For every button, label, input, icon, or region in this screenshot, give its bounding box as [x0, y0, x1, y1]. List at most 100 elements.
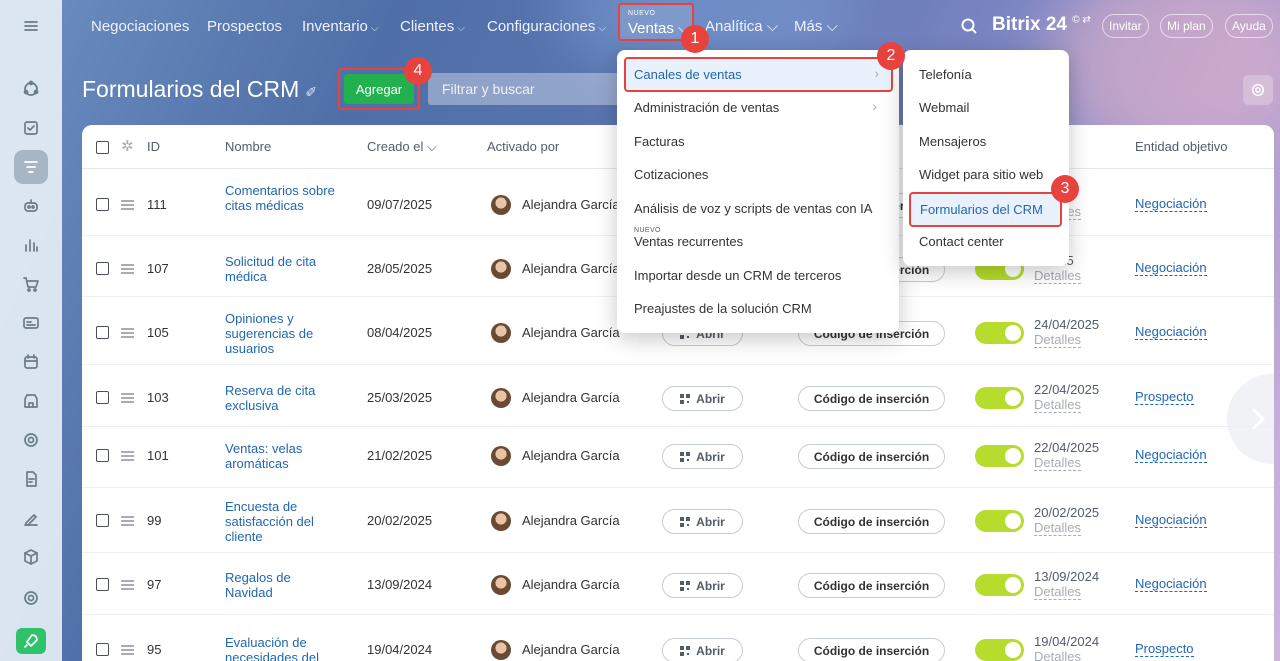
form-name-link[interactable]: Opiniones y sugerencias de usuarios	[225, 311, 335, 356]
drag-handle-icon[interactable]	[121, 264, 134, 274]
sign-icon[interactable]	[14, 501, 48, 535]
column-target-entity[interactable]: Entidad objetivo	[1135, 139, 1228, 154]
avatar[interactable]	[491, 195, 511, 215]
document-icon[interactable]	[14, 462, 48, 496]
settings-icon[interactable]	[1243, 75, 1273, 105]
target-entity[interactable]: Negociación	[1135, 576, 1207, 592]
menu-item-importar-crm[interactable]: Importar desde un CRM de terceros	[634, 268, 841, 283]
menu-item-preajustes-crm[interactable]: Preajustes de la solución CRM	[634, 301, 812, 316]
my-plan-button[interactable]: Mi plan	[1160, 14, 1213, 38]
form-name-link[interactable]: Encuesta de satisfacción del cliente	[225, 499, 335, 544]
menu-icon[interactable]	[14, 9, 48, 43]
menu-item-cotizaciones[interactable]: Cotizaciones	[634, 167, 708, 182]
tasks-icon[interactable]	[14, 111, 48, 145]
rocket-icon[interactable]	[16, 628, 46, 654]
details-link[interactable]: Detalles	[1034, 268, 1081, 284]
select-all-checkbox[interactable]	[96, 141, 109, 154]
activated-by-user[interactable]: Alejandra García	[522, 513, 620, 528]
open-form-button[interactable]: Abrir	[662, 386, 743, 411]
menu-item-analisis-de-voz[interactable]: Análisis de voz y scripts de ventas con …	[634, 201, 872, 216]
cart-icon[interactable]	[14, 267, 48, 301]
filter-search-input[interactable]	[428, 73, 623, 105]
target-entity[interactable]: Prospecto	[1135, 641, 1194, 657]
brand-logo[interactable]: Bitrix 24 © ⇄	[992, 14, 1091, 36]
menu-item-webmail[interactable]: Webmail	[919, 100, 969, 115]
menu-item-telefonia[interactable]: Telefonía	[919, 67, 972, 82]
activated-by-user[interactable]: Alejandra García	[522, 197, 620, 212]
details-link[interactable]: Detalles	[1034, 397, 1081, 413]
active-toggle[interactable]	[975, 510, 1024, 532]
embed-code-button[interactable]: Código de inserción	[798, 386, 945, 411]
menu-item-mensajeros[interactable]: Mensajeros	[919, 134, 986, 149]
open-form-button[interactable]: Abrir	[662, 509, 743, 534]
nav-prospectos[interactable]: Prospectos	[207, 18, 282, 35]
table-row[interactable]: 99 Encuesta de satisfacción del cliente …	[82, 488, 1274, 553]
row-checkbox[interactable]	[96, 391, 109, 404]
column-id[interactable]: ID	[147, 139, 160, 154]
form-name-link[interactable]: Regalos de Navidad	[225, 570, 335, 600]
drag-handle-icon[interactable]	[121, 516, 134, 526]
drag-handle-icon[interactable]	[121, 328, 134, 338]
column-created[interactable]: Creado el ⌵	[367, 139, 437, 155]
avatar[interactable]	[491, 388, 511, 408]
feed-icon[interactable]	[14, 72, 48, 106]
help-button[interactable]: Ayuda	[1225, 14, 1273, 38]
pin-icon[interactable]: ✐	[305, 84, 317, 100]
open-form-button[interactable]: Abrir	[662, 638, 743, 661]
row-checkbox[interactable]	[96, 262, 109, 275]
gear-icon[interactable]: ✲	[121, 137, 134, 155]
form-name-link[interactable]: Ventas: velas aromáticas	[225, 441, 335, 471]
column-activated-by[interactable]: Activado por	[487, 139, 559, 154]
nav-clientes[interactable]: Clientes ⌵	[400, 18, 465, 35]
menu-item-contact-center[interactable]: Contact center	[919, 234, 1004, 249]
nav-inventario[interactable]: Inventario ⌵	[302, 18, 378, 35]
nav-configuraciones[interactable]: Configuraciones ⌵	[487, 18, 606, 35]
drag-handle-icon[interactable]	[121, 393, 134, 403]
table-row[interactable]: 97 Regalos de Navidad 13/09/2024 Alejand…	[82, 553, 1274, 615]
target-entity[interactable]: Negociación	[1135, 260, 1207, 276]
active-toggle[interactable]	[975, 639, 1024, 661]
details-link[interactable]: Detalles	[1034, 649, 1081, 661]
embed-code-button[interactable]: Código de inserción	[798, 444, 945, 469]
embed-code-button[interactable]: Código de inserción	[798, 638, 945, 661]
table-row[interactable]: 95 Evaluación de necesidades del 19/04/2…	[82, 615, 1274, 661]
activated-by-user[interactable]: Alejandra García	[522, 390, 620, 405]
target-entity[interactable]: Negociación	[1135, 512, 1207, 528]
form-name-link[interactable]: Reserva de cita exclusiva	[225, 383, 335, 413]
target-entity[interactable]: Prospecto	[1135, 389, 1194, 405]
settings-icon[interactable]	[14, 581, 48, 615]
target-entity[interactable]: Negociación	[1135, 324, 1207, 340]
copilot-icon[interactable]	[14, 189, 48, 223]
nav-analitica[interactable]: Analítica ⌵	[705, 18, 778, 35]
menu-item-formularios-crm[interactable]: Formularios del CRM	[909, 192, 1062, 227]
column-name[interactable]: Nombre	[225, 139, 271, 154]
target-icon[interactable]	[14, 423, 48, 457]
active-toggle[interactable]	[975, 322, 1024, 344]
form-name-link[interactable]: Evaluación de necesidades del	[225, 635, 335, 661]
search-icon[interactable]	[960, 17, 978, 35]
target-entity[interactable]: Negociación	[1135, 447, 1207, 463]
details-link[interactable]: Detalles	[1034, 332, 1081, 348]
menu-item-ventas-recurrentes[interactable]: Ventas recurrentes	[634, 234, 743, 249]
menu-item-administracion-de-ventas[interactable]: Administración de ventas	[634, 100, 779, 115]
details-link[interactable]: Detalles	[1034, 584, 1081, 600]
details-link[interactable]: Detalles	[1034, 520, 1081, 536]
analytics-icon[interactable]	[14, 228, 48, 262]
active-toggle[interactable]	[975, 574, 1024, 596]
table-row[interactable]: 103 Reserva de cita exclusiva 25/03/2025…	[82, 365, 1274, 427]
menu-item-canales-de-ventas[interactable]: Canales de ventas ›	[624, 57, 893, 92]
menu-item-facturas[interactable]: Facturas	[634, 134, 685, 149]
active-toggle[interactable]	[975, 387, 1024, 409]
activated-by-user[interactable]: Alejandra García	[522, 261, 620, 276]
avatar[interactable]	[491, 511, 511, 531]
add-button[interactable]: Agregar	[344, 74, 414, 104]
activated-by-user[interactable]: Alejandra García	[522, 577, 620, 592]
row-checkbox[interactable]	[96, 449, 109, 462]
avatar[interactable]	[491, 640, 511, 660]
form-name-link[interactable]: Solicitud de cita médica	[225, 254, 335, 284]
table-row[interactable]: 101 Ventas: velas aromáticas 21/02/2025 …	[82, 427, 1274, 488]
avatar[interactable]	[491, 323, 511, 343]
details-link[interactable]: Detalles	[1034, 455, 1081, 471]
contact-center-icon[interactable]	[14, 306, 48, 340]
embed-code-button[interactable]: Código de inserción	[798, 573, 945, 598]
